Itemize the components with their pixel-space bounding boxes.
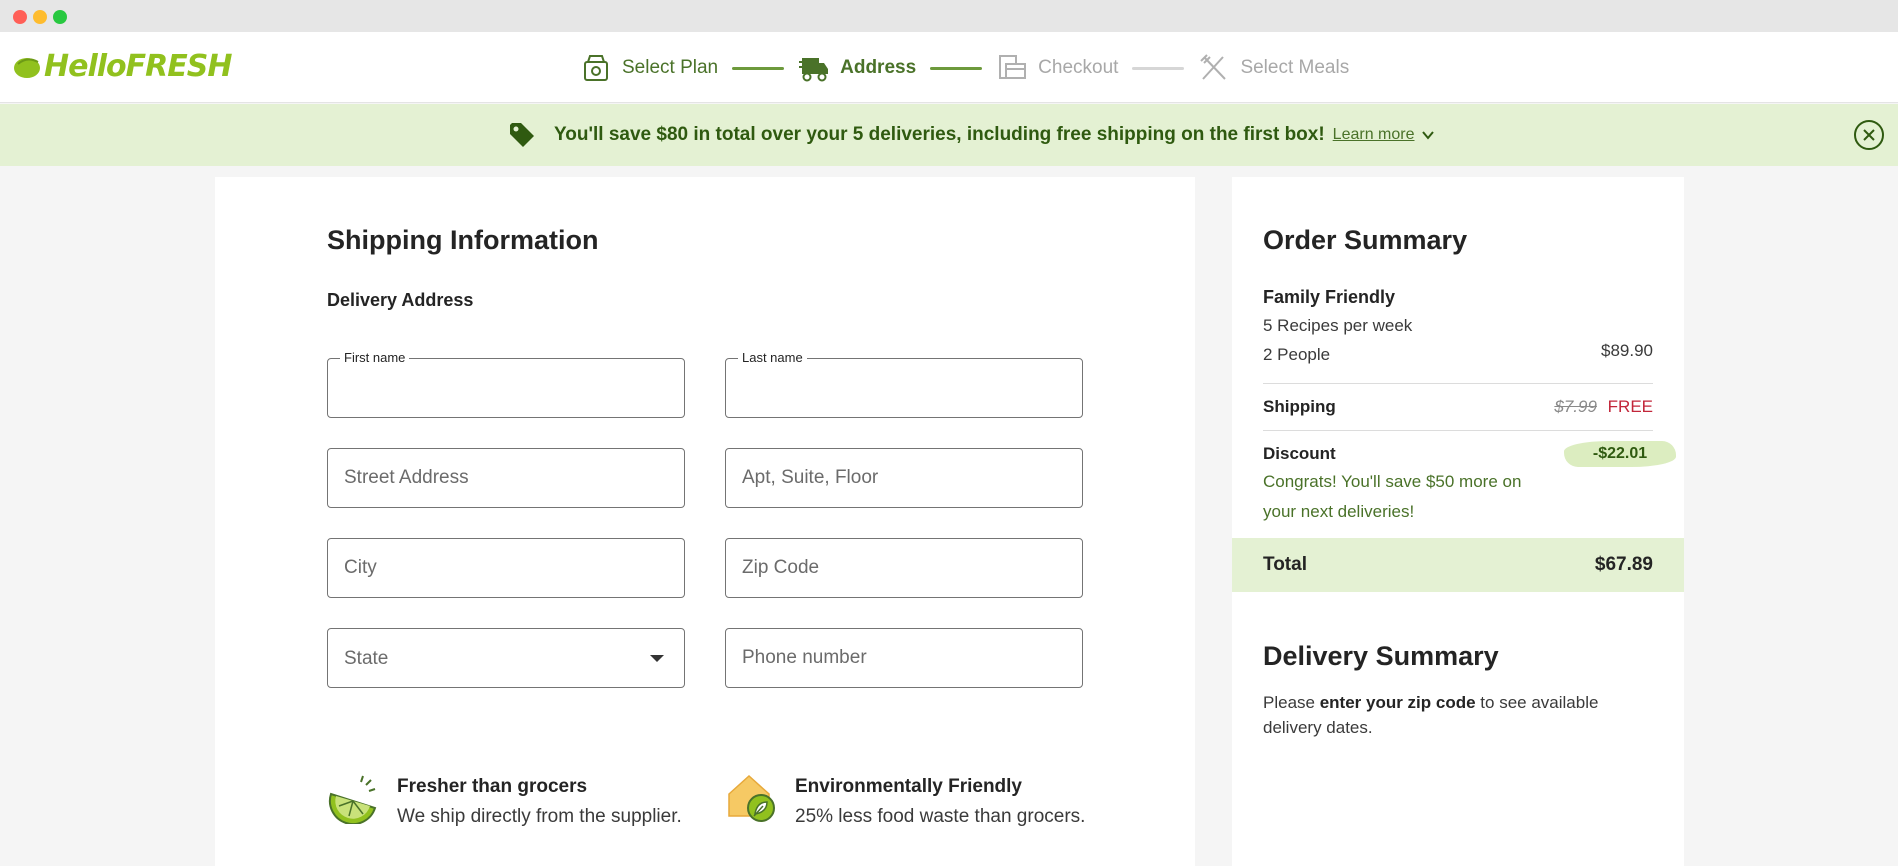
- shipping-form-card: Shipping Information Delivery Address Fi…: [215, 177, 1195, 866]
- total-row: Total $67.89: [1232, 538, 1684, 592]
- checkout-icon: [999, 55, 1027, 79]
- last-name-field[interactable]: Last name: [725, 350, 1083, 418]
- plan-recipes: 5 Recipes per week: [1263, 316, 1413, 335]
- feature-description: We ship directly from the supplier.: [397, 806, 682, 827]
- step-label: Address: [840, 57, 917, 78]
- header: HelloFRESH Select Plan Address Checkout …: [0, 32, 1898, 103]
- feature-description: 25% less food waste than grocers.: [795, 806, 1086, 827]
- city-field[interactable]: [327, 538, 685, 598]
- lime-logo-icon: [14, 58, 40, 78]
- divider: [1263, 383, 1653, 384]
- divider: [1263, 430, 1653, 431]
- discount-label: Discount: [1263, 444, 1336, 463]
- step-connector: [930, 66, 983, 70]
- feature-environment: Environmentally Friendly 25% less food w…: [725, 770, 1085, 828]
- shipping-title: Shipping Information: [327, 225, 599, 255]
- step-address[interactable]: Address: [798, 52, 916, 84]
- plan-price: $89.90: [1601, 341, 1653, 360]
- utensils-icon: [1200, 54, 1227, 80]
- last-name-input[interactable]: [726, 359, 1082, 417]
- delivery-address-label: Delivery Address: [327, 290, 474, 310]
- hellofresh-logo[interactable]: HelloFRESH: [12, 46, 232, 86]
- delivery-text-pre: Please: [1263, 693, 1320, 712]
- chevron-down-icon[interactable]: [1421, 128, 1435, 142]
- phone-number-field[interactable]: [725, 628, 1083, 688]
- delivery-summary-text: Please enter your zip code to see availa…: [1263, 690, 1653, 740]
- first-name-field[interactable]: First name: [327, 350, 685, 418]
- street-address-input[interactable]: [328, 449, 684, 507]
- truck-icon: [799, 58, 829, 82]
- total-label: Total: [1263, 554, 1307, 575]
- close-icon: [1863, 129, 1875, 141]
- street-address-field[interactable]: [327, 448, 685, 508]
- savings-banner: You'll save $80 in total over your 5 del…: [0, 104, 1898, 166]
- window-minimize-dot[interactable]: [33, 10, 47, 24]
- caret-down-icon: [650, 655, 664, 662]
- feature-title: Environmentally Friendly: [795, 776, 1022, 797]
- delivery-text-bold: enter your zip code: [1319, 693, 1476, 712]
- feature-fresher: Fresher than grocers We ship directly fr…: [327, 770, 682, 828]
- order-summary-title: Order Summary: [1263, 225, 1468, 255]
- step-connector: [1132, 66, 1185, 70]
- first-name-label: First name: [340, 350, 410, 365]
- shipping-free-label: FREE: [1607, 397, 1653, 416]
- discount-congrats-message: Congrats! You'll save $50 more on your n…: [1263, 472, 1522, 521]
- apt-suite-field[interactable]: [725, 448, 1083, 508]
- step-select-plan[interactable]: Select Plan: [580, 52, 718, 84]
- step-label: Checkout: [1038, 57, 1119, 78]
- plan-people: 2 People: [1263, 345, 1331, 364]
- zip-code-field[interactable]: [725, 538, 1083, 598]
- window-chrome: [0, 0, 1898, 32]
- close-banner-button[interactable]: [1854, 120, 1884, 150]
- checkout-progress: Select Plan Address Checkout Select Meal…: [580, 46, 1349, 90]
- eco-house-icon: [728, 774, 775, 822]
- price-tag-icon: [510, 123, 534, 147]
- logo-text: HelloFRESH: [44, 48, 232, 84]
- delivery-summary-title: Delivery Summary: [1263, 641, 1499, 671]
- lime-slice-icon: [328, 775, 377, 824]
- city-input[interactable]: [328, 539, 684, 597]
- step-connector: [732, 66, 785, 70]
- step-select-meals[interactable]: Select Meals: [1198, 52, 1349, 84]
- last-name-label: Last name: [738, 350, 807, 365]
- shipping-label: Shipping: [1263, 397, 1336, 416]
- feature-title: Fresher than grocers: [397, 776, 588, 797]
- banner-message: You'll save $80 in total over your 5 del…: [554, 124, 1325, 145]
- state-select[interactable]: State: [327, 628, 685, 688]
- box-icon: [584, 55, 608, 81]
- window-maximize-dot[interactable]: [53, 10, 67, 24]
- window-close-dot[interactable]: [13, 10, 27, 24]
- discount-value: -$22.01: [1564, 441, 1676, 467]
- plan-name: Family Friendly: [1263, 287, 1396, 307]
- zip-code-input[interactable]: [726, 539, 1082, 597]
- step-label: Select Meals: [1240, 57, 1350, 78]
- step-checkout[interactable]: Checkout: [996, 52, 1118, 84]
- shipping-old-price: $7.99: [1554, 397, 1597, 416]
- phone-number-input[interactable]: [726, 629, 1082, 687]
- first-name-input[interactable]: [328, 359, 684, 417]
- state-select-value: State: [344, 648, 389, 669]
- shipping-value: $7.99 FREE: [1554, 397, 1653, 417]
- total-value: $67.89: [1594, 554, 1653, 575]
- step-label: Select Plan: [622, 57, 719, 78]
- order-summary-card: Order Summary Family Friendly 5 Recipes …: [1232, 177, 1684, 866]
- apt-suite-input[interactable]: [726, 449, 1082, 507]
- learn-more-link[interactable]: Learn more: [1333, 126, 1415, 144]
